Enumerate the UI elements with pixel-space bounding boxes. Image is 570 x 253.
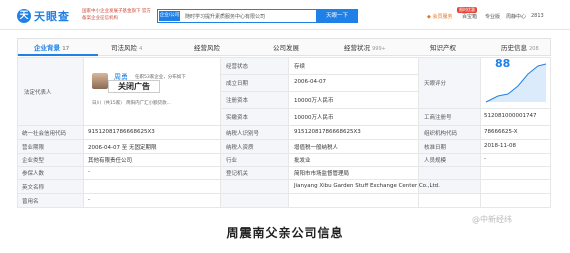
tab-label: 经营状况 <box>344 44 370 52</box>
tab-label: 经营风险 <box>194 44 220 52</box>
tab-count: 208 <box>529 46 539 52</box>
reg-no-label: 工商注册号 <box>424 115 452 121</box>
industry-value: 批发业 <box>294 158 311 164</box>
score-trend-icon <box>485 63 547 103</box>
tab-label: 公司发展 <box>273 44 299 52</box>
grid-line <box>17 193 551 194</box>
grid-line <box>220 108 551 109</box>
logo-text: 天眼查 <box>34 10 70 23</box>
type-value: 其他有限责任公司 <box>88 158 133 164</box>
tab-development[interactable]: 公司发展 <box>273 42 299 52</box>
search-type-select[interactable]: 企业/公司 <box>159 11 180 21</box>
reg-no-value: 512081000001747 <box>484 113 537 119</box>
staff-size-value: - <box>484 156 486 162</box>
grid-line <box>17 125 551 126</box>
former-name-value: - <box>88 197 90 203</box>
staff-size-label: 人员规模 <box>424 158 447 164</box>
paid-capital-value: 10000万人民币 <box>294 115 334 121</box>
tab-label: 历史信息 <box>501 44 527 52</box>
score-label: 天眼评分 <box>424 81 447 87</box>
org-code-label: 组织机构代码 <box>424 131 458 137</box>
authority-value: 简阳市市场监督管理局 <box>294 171 350 177</box>
legal-rep-avatar <box>92 73 108 89</box>
close-ad-button[interactable]: 关闭广告 <box>108 80 160 93</box>
founded-value: 2006-04-07 <box>294 79 326 85</box>
tab-history[interactable]: 历史信息 208 <box>501 42 539 52</box>
legal-rep-companies[interactable]: 日川（共15家） 简阳内广汇小额贷款... <box>92 100 171 106</box>
nav-toolbox[interactable]: 百宝箱 <box>462 13 477 20</box>
tab-operations[interactable]: 经营状况 999+ <box>344 42 386 52</box>
former-name-label: 曾用名 <box>22 199 39 205</box>
tab-count: 17 <box>62 46 70 52</box>
insured-label: 参保人数 <box>22 171 45 177</box>
founded-label: 成立日期 <box>226 81 249 87</box>
grid-line <box>220 74 418 75</box>
tab-label: 司法风险 <box>111 44 137 52</box>
site-logo[interactable]: 天 天眼查 <box>17 8 70 24</box>
status-label: 经营状态 <box>226 64 249 70</box>
approve-date-label: 核准日期 <box>424 145 447 151</box>
tab-legal-risk[interactable]: 司法风险 4 <box>111 42 142 52</box>
org-code-value: 78666625-X <box>484 129 518 135</box>
paid-capital-label: 实缴资本 <box>226 115 249 121</box>
grid-line <box>17 207 551 208</box>
grid-line <box>480 57 481 207</box>
grid-line <box>220 91 418 92</box>
grid-line <box>83 57 84 207</box>
nav-pro[interactable]: 专业版 <box>485 13 500 20</box>
company-tabs: 企业背景 17 司法风险 4 经营风险 公司发展 经营状况 999+ 知识产权 … <box>17 38 551 56</box>
grid-line <box>220 57 221 207</box>
grid-line <box>17 57 18 207</box>
grid-line <box>17 153 551 154</box>
legal-rep-label: 法定代表人 <box>24 90 52 96</box>
tab-count: 4 <box>139 46 143 52</box>
image-caption: 周震南父亲公司信息 <box>226 226 344 240</box>
nav-vip-label: 会员服务 <box>432 14 453 20</box>
nav-vip[interactable]: ◆ 会员服务 <box>427 13 452 20</box>
insured-value: - <box>88 169 90 175</box>
grid-line <box>17 57 551 58</box>
active-tab-underline <box>18 54 98 56</box>
approve-date-value: 2018-11-08 <box>484 143 516 149</box>
search-input[interactable]: 随时学习提升素质服务中心有限公司 <box>185 13 265 20</box>
tab-business-risk[interactable]: 经营风险 <box>194 42 220 52</box>
tab-background[interactable]: 企业背景 17 <box>34 42 69 52</box>
grid-line <box>550 57 551 207</box>
site-slogan: 国家中小企业发展子基金旗下 官方备案企业征信机构 <box>82 9 151 21</box>
tab-label: 企业背景 <box>34 44 60 52</box>
search-bar[interactable]: 企业/公司 随时学习提升素质服务中心有限公司 天眼一下 <box>157 9 358 23</box>
status-value: 存续 <box>294 64 306 70</box>
nav-count[interactable]: 2813 <box>531 13 544 19</box>
logo-eye-icon: 天 <box>17 9 31 23</box>
english-name-label: 英文名称 <box>22 185 45 191</box>
taxpayer-id-label: 纳税人识别号 <box>226 131 260 137</box>
tab-label: 知识产权 <box>430 44 456 52</box>
grid-line <box>17 179 551 180</box>
tax-qual-value: 增值税一般纳税人 <box>294 145 339 151</box>
tab-count: 999+ <box>372 46 386 52</box>
industry-label: 行业 <box>226 158 238 164</box>
credit-code-label: 统一社会信用代码 <box>22 131 67 137</box>
type-label: 企业类型 <box>22 158 45 164</box>
reg-capital-value: 10000万人民币 <box>294 98 334 104</box>
credit-code-value: 91512081786668625X3 <box>88 129 155 135</box>
nav-user[interactable]: 周静中心 <box>506 13 526 20</box>
english-name-value: Jianyang Xibu Garden Stuff Exchange Cent… <box>294 183 440 189</box>
grid-line <box>17 166 551 167</box>
grid-line <box>17 139 551 140</box>
taxpayer-id-value: 91512081786668625X3 <box>294 129 361 135</box>
reg-capital-label: 注册资本 <box>226 98 249 104</box>
term-label: 营业期限 <box>22 145 45 151</box>
top-header: 天 天眼查 国家中小企业发展子基金旗下 官方备案企业征信机构 企业/公司 随时学… <box>0 0 570 30</box>
search-button[interactable]: 天眼一下 <box>316 9 358 23</box>
tax-qual-label: 纳税人资质 <box>226 145 254 151</box>
grid-line <box>288 57 289 207</box>
authority-label: 登记机关 <box>226 171 249 177</box>
tab-ip[interactable]: 知识产权 <box>430 42 456 52</box>
term-value: 2006-04-07 至 无固定期限 <box>88 145 157 151</box>
